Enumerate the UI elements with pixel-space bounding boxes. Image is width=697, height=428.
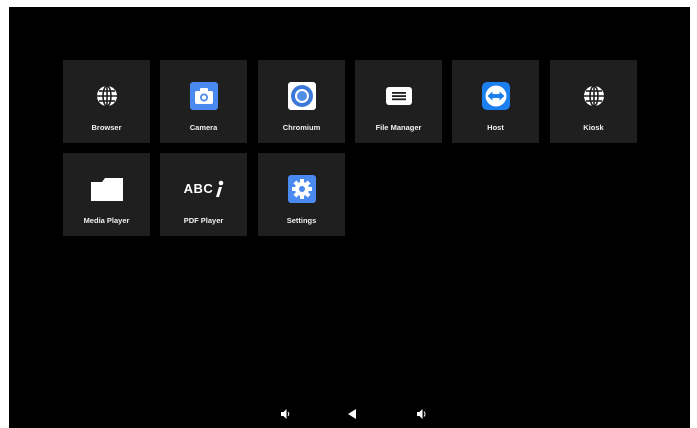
app-tile-chromium[interactable]: Chromium xyxy=(258,60,345,143)
app-tile-kiosk[interactable]: Kiosk xyxy=(550,60,637,143)
app-tile-browser[interactable]: Browser xyxy=(63,60,150,143)
app-label: File Manager xyxy=(375,123,422,132)
host-icon xyxy=(478,78,513,113)
volume-up-icon[interactable] xyxy=(413,406,429,422)
globe-icon xyxy=(576,78,611,113)
app-label: Settings xyxy=(286,216,317,225)
camera-icon xyxy=(186,78,221,113)
pdf-abc-text: ABC xyxy=(183,181,214,196)
app-tile-settings[interactable]: Settings xyxy=(258,153,345,236)
app-label: Chromium xyxy=(282,123,321,132)
volume-down-icon[interactable] xyxy=(277,406,293,422)
app-label: PDF Player xyxy=(183,216,224,225)
globe-icon xyxy=(89,78,124,113)
app-label: Browser xyxy=(91,123,122,132)
app-label: Media Player xyxy=(83,216,130,225)
gear-icon xyxy=(284,171,319,206)
pdf-abc-icon: ABC xyxy=(178,171,230,206)
navigation-bar xyxy=(9,400,690,428)
app-label: Camera xyxy=(189,123,218,132)
app-tile-file-manager[interactable]: File Manager xyxy=(355,60,442,143)
home-screen: Browser Camera Chromium File Manager Hos… xyxy=(9,7,690,428)
app-tile-pdf-player[interactable]: ABC PDF Player xyxy=(160,153,247,236)
back-icon[interactable] xyxy=(344,406,360,422)
app-tile-host[interactable]: Host xyxy=(452,60,539,143)
app-tile-camera[interactable]: Camera xyxy=(160,60,247,143)
app-tile-media-player[interactable]: Media Player xyxy=(63,153,150,236)
app-label: Kiosk xyxy=(583,123,604,132)
chromium-icon xyxy=(284,78,319,113)
folder-icon xyxy=(89,171,124,206)
file-manager-icon xyxy=(381,78,416,113)
app-label: Host xyxy=(487,123,504,132)
